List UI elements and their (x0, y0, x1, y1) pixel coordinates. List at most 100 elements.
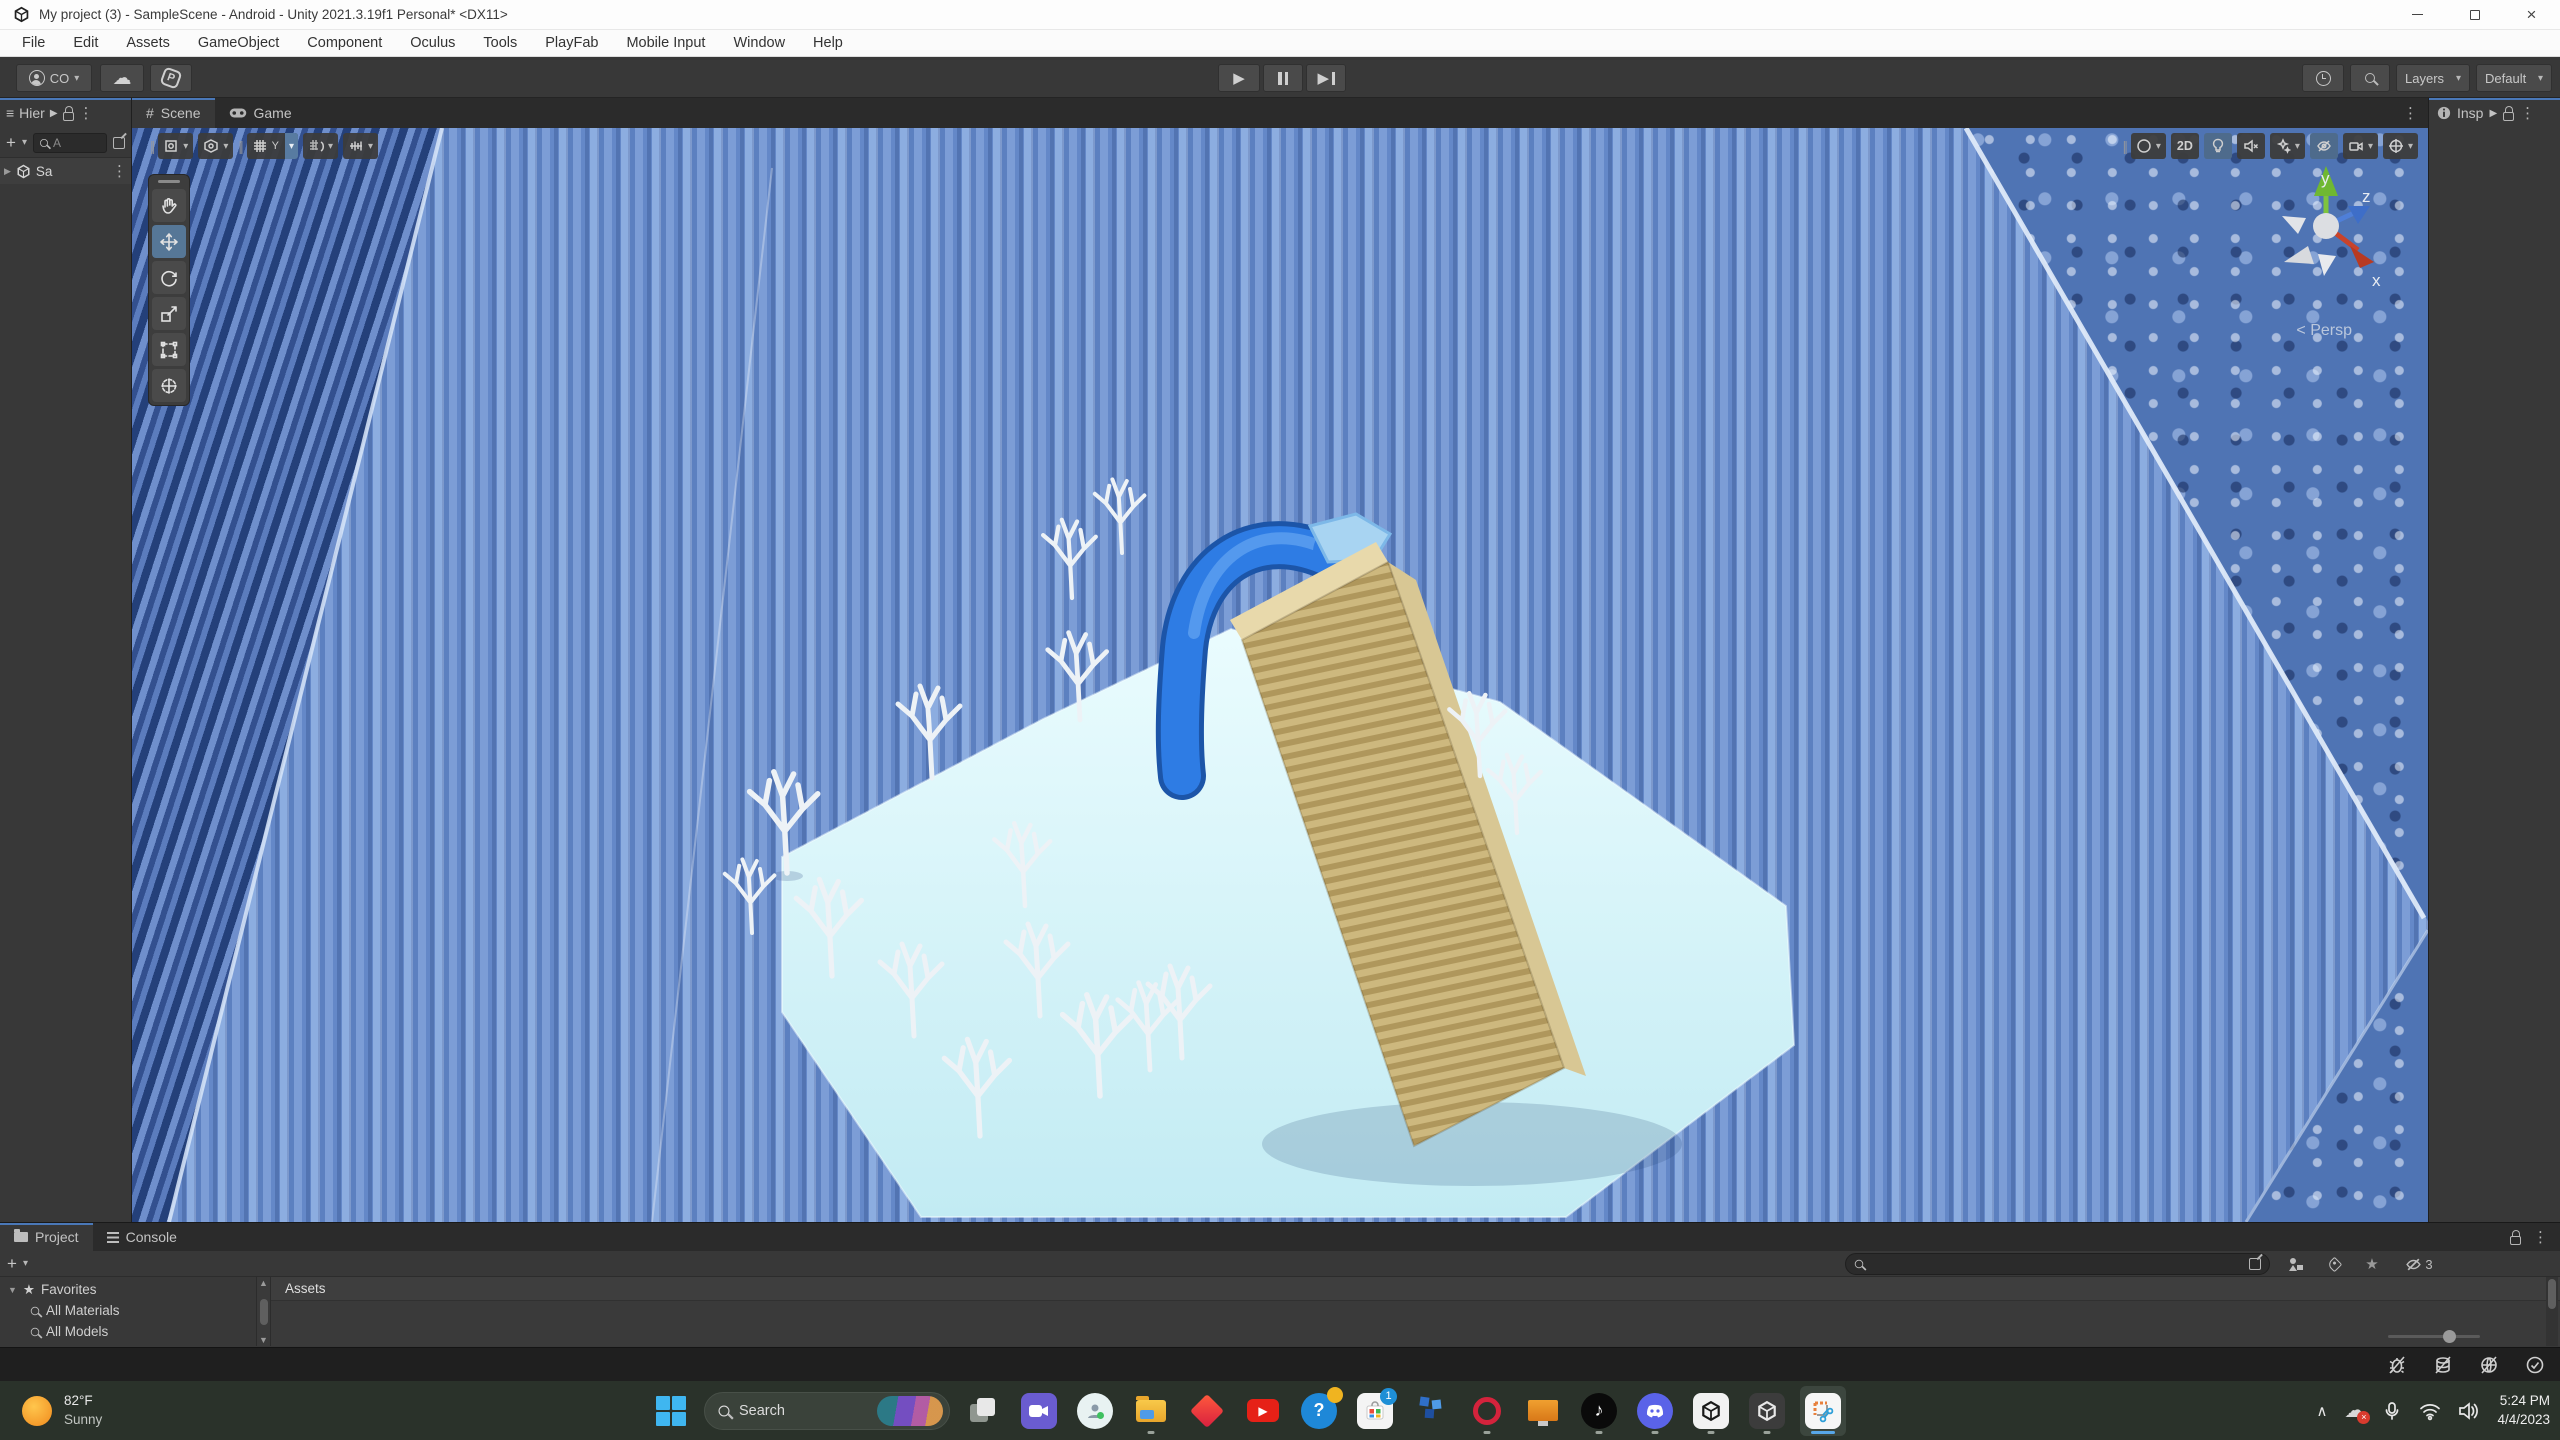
layout-dropdown[interactable]: Default ▾ (2476, 64, 2552, 92)
kebab-menu-icon[interactable]: ⋮ (2533, 1228, 2548, 1246)
menu-help[interactable]: Help (799, 30, 857, 56)
menu-file[interactable]: File (8, 30, 59, 56)
debugger-disabled-button[interactable] (2378, 1351, 2416, 1379)
scroll-up-icon[interactable]: ▲ (259, 1278, 268, 1288)
toolbar-drag-handle[interactable]: || (2123, 138, 2126, 154)
app-people[interactable] (1072, 1386, 1118, 1436)
tool-handle-rotation-dropdown[interactable]: ▾ (198, 133, 233, 159)
slider-knob[interactable] (2443, 1330, 2456, 1343)
create-asset-button[interactable]: + (7, 1254, 17, 1274)
tool-hand[interactable] (152, 189, 186, 222)
toolbar-drag-handle[interactable]: || (150, 138, 153, 154)
mode-2d-button[interactable]: 2D (2171, 133, 2199, 159)
app-cubes[interactable] (1408, 1386, 1454, 1436)
maximize-button[interactable] (2446, 0, 2503, 29)
open-search-window-icon[interactable] (2249, 1258, 2261, 1270)
grid-axis-dropdown[interactable]: ▾ (285, 133, 298, 159)
app-diamond[interactable] (1184, 1386, 1230, 1436)
volume-icon[interactable] (2458, 1400, 2480, 1422)
tab-scene[interactable]: # Scene (132, 98, 215, 128)
lock-icon[interactable] (2510, 1236, 2521, 1245)
inspector-tab[interactable]: Insp ▶ ⋮ (2429, 98, 2560, 128)
tool-handle-position-dropdown[interactable]: ▾ (158, 133, 193, 159)
tab-game[interactable]: Game (215, 98, 306, 128)
progress-ok-button[interactable] (2516, 1351, 2554, 1379)
kebab-menu-icon[interactable]: ⋮ (2520, 104, 2535, 122)
tree-scrollbar[interactable]: ▲ ▼ (256, 1277, 270, 1346)
step-button[interactable]: ▶ (1306, 64, 1346, 92)
onedrive-error-icon[interactable]: ☁ × (2344, 1400, 2365, 1421)
tab-console[interactable]: Console (93, 1223, 191, 1251)
app-chat[interactable] (1016, 1386, 1062, 1436)
scroll-down-icon[interactable]: ▼ (259, 1335, 268, 1345)
chevron-down-icon[interactable]: ▾ (23, 1258, 28, 1269)
kebab-menu-icon[interactable]: ⋮ (2403, 98, 2428, 128)
snap-increment-dropdown[interactable]: ▾ (343, 133, 378, 159)
draw-mode-dropdown[interactable]: ▾ (2131, 133, 2166, 159)
tool-rotate[interactable] (152, 261, 186, 294)
lock-icon[interactable] (2503, 112, 2514, 121)
microphone-icon[interactable] (2382, 1400, 2402, 1422)
kebab-menu-icon[interactable]: ⋮ (112, 162, 127, 180)
play-button[interactable]: ▶ (1218, 64, 1260, 92)
minimize-button[interactable] (2389, 0, 2446, 29)
grid-snapping-dropdown[interactable]: ▾ (303, 133, 338, 159)
start-button[interactable] (648, 1386, 694, 1436)
lock-icon[interactable] (63, 112, 74, 121)
app-discord[interactable] (1632, 1386, 1678, 1436)
favorites-all-models[interactable]: All Models (0, 1321, 256, 1342)
scene-viewport[interactable]: || ▾ ▾ || Y ▾ (132, 128, 2428, 1222)
menu-tools[interactable]: Tools (469, 30, 531, 56)
search-button[interactable] (2350, 64, 2390, 92)
cloud-services-button[interactable]: ☁ (100, 64, 144, 92)
overlay-drag-handle[interactable] (158, 180, 180, 183)
scrollbar-thumb[interactable] (2548, 1279, 2556, 1309)
menu-gameobject[interactable]: GameObject (184, 30, 293, 56)
projection-mode-label[interactable]: < Persp (2296, 322, 2352, 340)
app-unity-editor[interactable] (1744, 1386, 1790, 1436)
toolbar-drag-handle[interactable]: || (238, 138, 241, 154)
project-search-input[interactable] (1845, 1253, 2270, 1275)
app-opera[interactable] (1464, 1386, 1510, 1436)
menu-edit[interactable]: Edit (59, 30, 112, 56)
menu-component[interactable]: Component (293, 30, 396, 56)
taskbar-search[interactable]: Search (704, 1392, 950, 1430)
hidden-packages-toggle[interactable]: 3 (2396, 1252, 2442, 1276)
tab-project[interactable]: Project (0, 1223, 93, 1251)
playfab-button[interactable]: P (150, 64, 192, 92)
grid-visibility-button[interactable]: Y ▾ (247, 133, 298, 159)
tool-rect[interactable] (152, 333, 186, 366)
menu-mobile-input[interactable]: Mobile Input (612, 30, 719, 56)
menu-window[interactable]: Window (719, 30, 799, 56)
assets-browser[interactable]: Assets (270, 1277, 2560, 1346)
menu-playfab[interactable]: PlayFab (531, 30, 612, 56)
app-unity-hub[interactable] (1688, 1386, 1734, 1436)
search-by-label-button[interactable] (2318, 1252, 2350, 1276)
task-view-button[interactable] (960, 1386, 1006, 1436)
scene-lighting-toggle[interactable] (2204, 133, 2232, 159)
search-by-type-button[interactable] (2280, 1252, 2312, 1276)
cache-server-disconnected-button[interactable] (2424, 1351, 2462, 1379)
hierarchy-search-input[interactable]: A (33, 133, 107, 153)
tray-overflow-chevron[interactable]: ∧ (2316, 1402, 2327, 1420)
scene-orientation-gizmo[interactable]: y z x < Persp (2254, 154, 2404, 304)
scene-hierarchy-item[interactable]: ▶ Sa ⋮ (0, 158, 131, 184)
clock-widget[interactable]: 5:24 PM 4/4/2023 (2497, 1392, 2550, 1430)
account-dropdown[interactable]: CO ▾ (16, 64, 92, 92)
app-media-monitor[interactable] (1520, 1386, 1566, 1436)
hierarchy-tab[interactable]: ≡ Hier ▶ ⋮ (0, 98, 131, 128)
tool-scale[interactable] (152, 297, 186, 330)
app-snipping-active[interactable] (1800, 1386, 1846, 1436)
favorites-root-item[interactable]: ▼ ★ Favorites (0, 1279, 256, 1300)
assets-scrollbar[interactable] (2546, 1277, 2558, 1346)
undo-history-button[interactable] (2302, 64, 2344, 92)
app-help[interactable]: ? (1296, 1386, 1342, 1436)
menu-oculus[interactable]: Oculus (396, 30, 469, 56)
wifi-icon[interactable] (2419, 1400, 2441, 1422)
add-object-button[interactable]: + (6, 133, 16, 153)
kebab-menu-icon[interactable]: ⋮ (79, 104, 94, 122)
maximize-panel-icon[interactable] (113, 137, 125, 149)
tool-transform[interactable] (152, 369, 186, 402)
app-tiktok[interactable]: ♪ (1576, 1386, 1622, 1436)
layers-dropdown[interactable]: Layers ▾ (2396, 64, 2470, 92)
